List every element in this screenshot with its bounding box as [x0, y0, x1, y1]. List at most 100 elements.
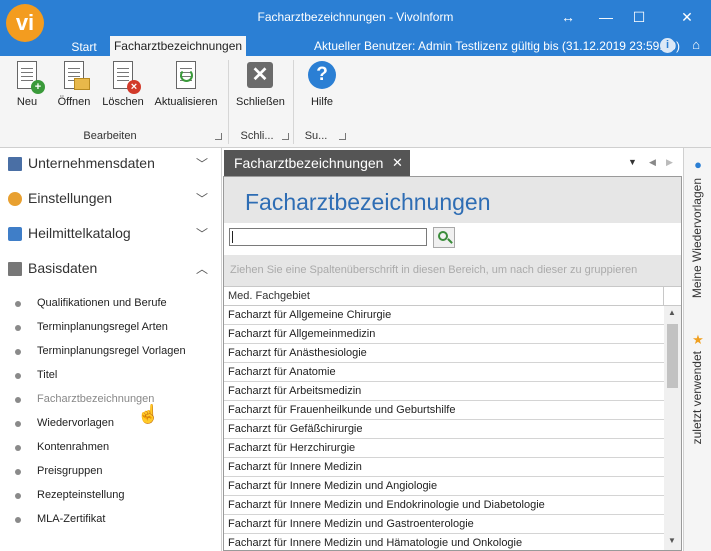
bullet-icon: [15, 325, 21, 331]
nav-item[interactable]: Rezepteinstellung: [0, 486, 222, 508]
refresh-button[interactable]: Aktualisieren: [154, 60, 218, 118]
vertical-scrollbar[interactable]: ▲ ▼: [664, 306, 681, 550]
side-tab-wiedervorlagen[interactable]: Meine Wiedervorlagen: [690, 178, 704, 298]
close-window-button[interactable]: ✕: [672, 6, 702, 28]
delete-button[interactable]: × Löschen: [100, 60, 146, 118]
nav-group-unternehmensdaten[interactable]: Unternehmensdaten ﹀: [0, 148, 222, 182]
side-tab-recent[interactable]: zuletzt verwendet: [690, 351, 704, 444]
table-row[interactable]: Facharzt für Innere Medizin und Gastroen…: [224, 515, 664, 534]
nav-item[interactable]: Titel: [0, 366, 222, 388]
table-cell: Facharzt für Innere Medizin und Gastroen…: [228, 518, 474, 530]
building-icon: [8, 157, 22, 171]
content-header: Facharztbezeichnungen: [224, 177, 681, 223]
tab-facharztbezeichnungen[interactable]: Facharztbezeichnungen: [110, 36, 246, 56]
table-row[interactable]: Facharzt für Anatomie: [224, 363, 664, 382]
home-icon[interactable]: ⌂: [688, 37, 704, 53]
nav-group-einstellungen[interactable]: Einstellungen ﹀: [0, 183, 222, 217]
table-body: Facharzt für Allgemeine Chirurgie Fachar…: [224, 306, 664, 551]
app-logo[interactable]: vi: [6, 4, 44, 42]
table-cell: Facharzt für Innere Medizin und Angiolog…: [228, 480, 438, 492]
new-button[interactable]: + Neu: [8, 60, 46, 118]
info-icon[interactable]: i: [660, 38, 675, 53]
restore-size-icon[interactable]: ↔: [553, 6, 583, 28]
help-button[interactable]: ? Hilfe: [302, 60, 342, 118]
table-cell: Facharzt für Anatomie: [228, 366, 336, 378]
new-document-icon: +: [11, 60, 45, 94]
scrollbar-thumb[interactable]: [667, 324, 678, 388]
tab-start[interactable]: Start: [60, 38, 108, 56]
nav-item-label: MLA-Zertifikat: [37, 513, 106, 525]
table-row[interactable]: Facharzt für Anästhesiologie: [224, 344, 664, 363]
column-header[interactable]: Med. Fachgebiet: [224, 286, 681, 306]
content-pane: Facharztbezeichnungen Ziehen Sie eine Sp…: [223, 176, 682, 551]
table-row[interactable]: Facharzt für Innere Medizin: [224, 458, 664, 477]
table-row[interactable]: Facharzt für Innere Medizin und Angiolog…: [224, 477, 664, 496]
ribbon-separator: [293, 60, 294, 144]
nav-group-label: Basisdaten: [28, 260, 98, 276]
group-launcher-icon[interactable]: [215, 133, 222, 140]
nav-group-heilmittelkatalog[interactable]: Heilmittelkatalog ﹀: [0, 218, 222, 252]
scroll-up-icon[interactable]: ▲: [668, 308, 676, 317]
nav-group-label: Heilmittelkatalog: [28, 225, 131, 241]
settings-icon: [8, 192, 22, 206]
nav-item[interactable]: Qualifikationen und Berufe: [0, 294, 222, 316]
tab-close-icon[interactable]: ✕: [392, 150, 403, 176]
group-launcher-icon[interactable]: [339, 133, 346, 140]
nav-item[interactable]: Kontenrahmen: [0, 438, 222, 460]
table-cell: Facharzt für Herzchirurgie: [228, 442, 356, 454]
table-row[interactable]: Facharzt für Herzchirurgie: [224, 439, 664, 458]
tab-dropdown-icon[interactable]: ▼: [628, 157, 637, 167]
table-row[interactable]: Facharzt für Arbeitsmedizin: [224, 382, 664, 401]
close-button[interactable]: ✕ Schließen: [236, 60, 285, 118]
help-icon: ?: [306, 60, 338, 92]
group-label-edit: Bearbeiten: [83, 130, 137, 142]
new-button-label: Neu: [16, 96, 38, 108]
table-row[interactable]: Facharzt für Innere Medizin und Endokrin…: [224, 496, 664, 515]
calendar-icon: [8, 262, 22, 276]
tab-scroll-left-icon[interactable]: ◀: [649, 157, 656, 168]
table-row[interactable]: Facharzt für Allgemeinmedizin: [224, 325, 664, 344]
table-cell: Facharzt für Innere Medizin und Endokrin…: [228, 499, 545, 511]
table-cell: Facharzt für Innere Medizin: [228, 461, 362, 473]
nav-item-label: Terminplanungsregel Arten: [37, 321, 168, 333]
table-row[interactable]: Facharzt für Frauenheilkunde und Geburts…: [224, 401, 664, 420]
open-document-icon: [58, 60, 90, 92]
search-input[interactable]: [229, 228, 427, 246]
nav-item-label: Terminplanungsregel Vorlagen: [37, 345, 186, 357]
group-hint: Ziehen Sie eine Spaltenüberschrift in di…: [230, 264, 638, 276]
group-by-area[interactable]: Ziehen Sie eine Spaltenüberschrift in di…: [224, 255, 681, 286]
maximize-button[interactable]: ☐: [624, 6, 654, 28]
nav-item-label: Qualifikationen und Berufe: [37, 297, 167, 309]
bullet-icon: [15, 517, 21, 523]
search-button[interactable]: [433, 227, 455, 248]
bullet-icon: [15, 493, 21, 499]
group-launcher-icon[interactable]: [282, 133, 289, 140]
nav-item[interactable]: MLA-Zertifikat: [0, 510, 222, 532]
group-label-close: Schli...: [240, 130, 274, 142]
table-row[interactable]: Facharzt für Gefäßchirurgie: [224, 420, 664, 439]
table-row[interactable]: Facharzt für Innere Medizin und Hämatolo…: [224, 534, 664, 551]
refresh-icon: [170, 60, 202, 92]
table-row[interactable]: Facharzt für Allgemeine Chirurgie: [224, 306, 664, 325]
document-tab-bar: Facharztbezeichnungen ✕ ▼ ◀ ▶: [223, 150, 683, 176]
nav-item[interactable]: Terminplanungsregel Vorlagen: [0, 342, 222, 364]
close-button-label: Schließen: [236, 96, 285, 108]
catalog-icon: [8, 227, 22, 241]
tab-scroll-right-icon[interactable]: ▶: [666, 157, 673, 168]
nav-item[interactable]: Preisgruppen: [0, 462, 222, 484]
document-tab[interactable]: Facharztbezeichnungen ✕: [224, 150, 410, 176]
nav-group-basisdaten[interactable]: Basisdaten ︿: [0, 253, 222, 287]
minimize-button[interactable]: —: [591, 6, 621, 28]
chevron-up-icon: ︿: [196, 262, 209, 276]
delete-document-icon: ×: [107, 60, 141, 94]
nav-item[interactable]: Wiedervorlagen: [0, 414, 222, 436]
hand-cursor-icon: ☝: [137, 404, 160, 424]
open-button-label: Öffnen: [57, 96, 91, 108]
title-bar: Facharztbezeichnungen - VivoInform ↔ — ☐…: [0, 0, 711, 36]
nav-item-selected[interactable]: Facharztbezeichnungen: [0, 390, 222, 412]
open-button[interactable]: Öffnen: [54, 60, 94, 118]
help-button-label: Hilfe: [310, 96, 333, 108]
scroll-down-icon[interactable]: ▼: [668, 536, 676, 545]
nav-item[interactable]: Terminplanungsregel Arten: [0, 318, 222, 340]
table-cell: Facharzt für Innere Medizin und Hämatolo…: [228, 537, 523, 549]
